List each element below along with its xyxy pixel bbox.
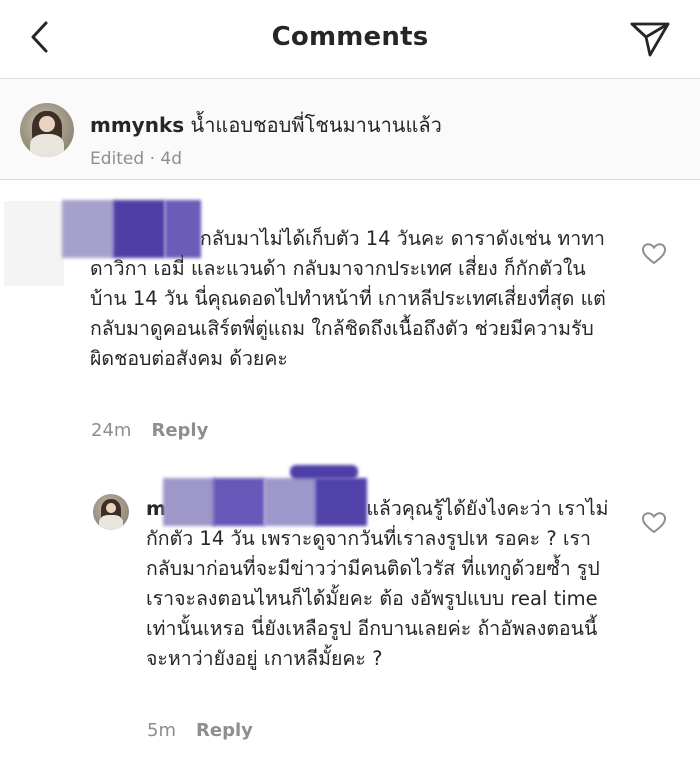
- share-button[interactable]: [628, 20, 672, 58]
- comment-time: 24m: [91, 420, 132, 441]
- reply-meta: 5m Reply: [147, 720, 253, 741]
- post-caption: mmynks น้ำแอบชอบพี่โชนมานานแล้ว Edited ·…: [0, 79, 700, 180]
- like-button[interactable]: [641, 511, 667, 535]
- paper-plane-icon: [630, 22, 670, 57]
- redaction-block: [213, 478, 265, 526]
- redaction-block: [290, 465, 358, 479]
- reply-button[interactable]: Reply: [151, 420, 208, 441]
- redaction-block: [315, 478, 367, 526]
- caption-text: น้ำแอบชอบพี่โชนมานานแล้ว: [190, 113, 442, 137]
- comment-meta: 24m Reply: [91, 420, 208, 441]
- avatar-placeholder: [4, 201, 64, 286]
- avatar[interactable]: [93, 494, 129, 530]
- redaction-block: [163, 478, 215, 526]
- avatar[interactable]: [20, 103, 74, 157]
- heart-icon: [641, 243, 667, 265]
- redaction-block: [264, 478, 316, 526]
- caption-meta: Edited · 4d: [90, 149, 182, 169]
- page-title: Comments: [271, 22, 429, 52]
- comment-text: กลับมาไม่ได้เก็บตัว 14 วันคะ ดาราดังเช่น…: [90, 224, 610, 374]
- like-button[interactable]: [641, 242, 667, 266]
- comment-body: กลับมาไม่ได้เก็บตัว 14 วันคะ ดาราดังเช่น…: [90, 227, 606, 370]
- top-bar: Comments: [0, 0, 700, 79]
- caption-text-line: mmynks น้ำแอบชอบพี่โชนมานานแล้ว: [90, 109, 442, 141]
- heart-icon: [641, 512, 667, 534]
- reply-button[interactable]: Reply: [196, 720, 253, 741]
- reply-time: 5m: [147, 720, 176, 741]
- caption-username[interactable]: mmynks: [90, 113, 184, 137]
